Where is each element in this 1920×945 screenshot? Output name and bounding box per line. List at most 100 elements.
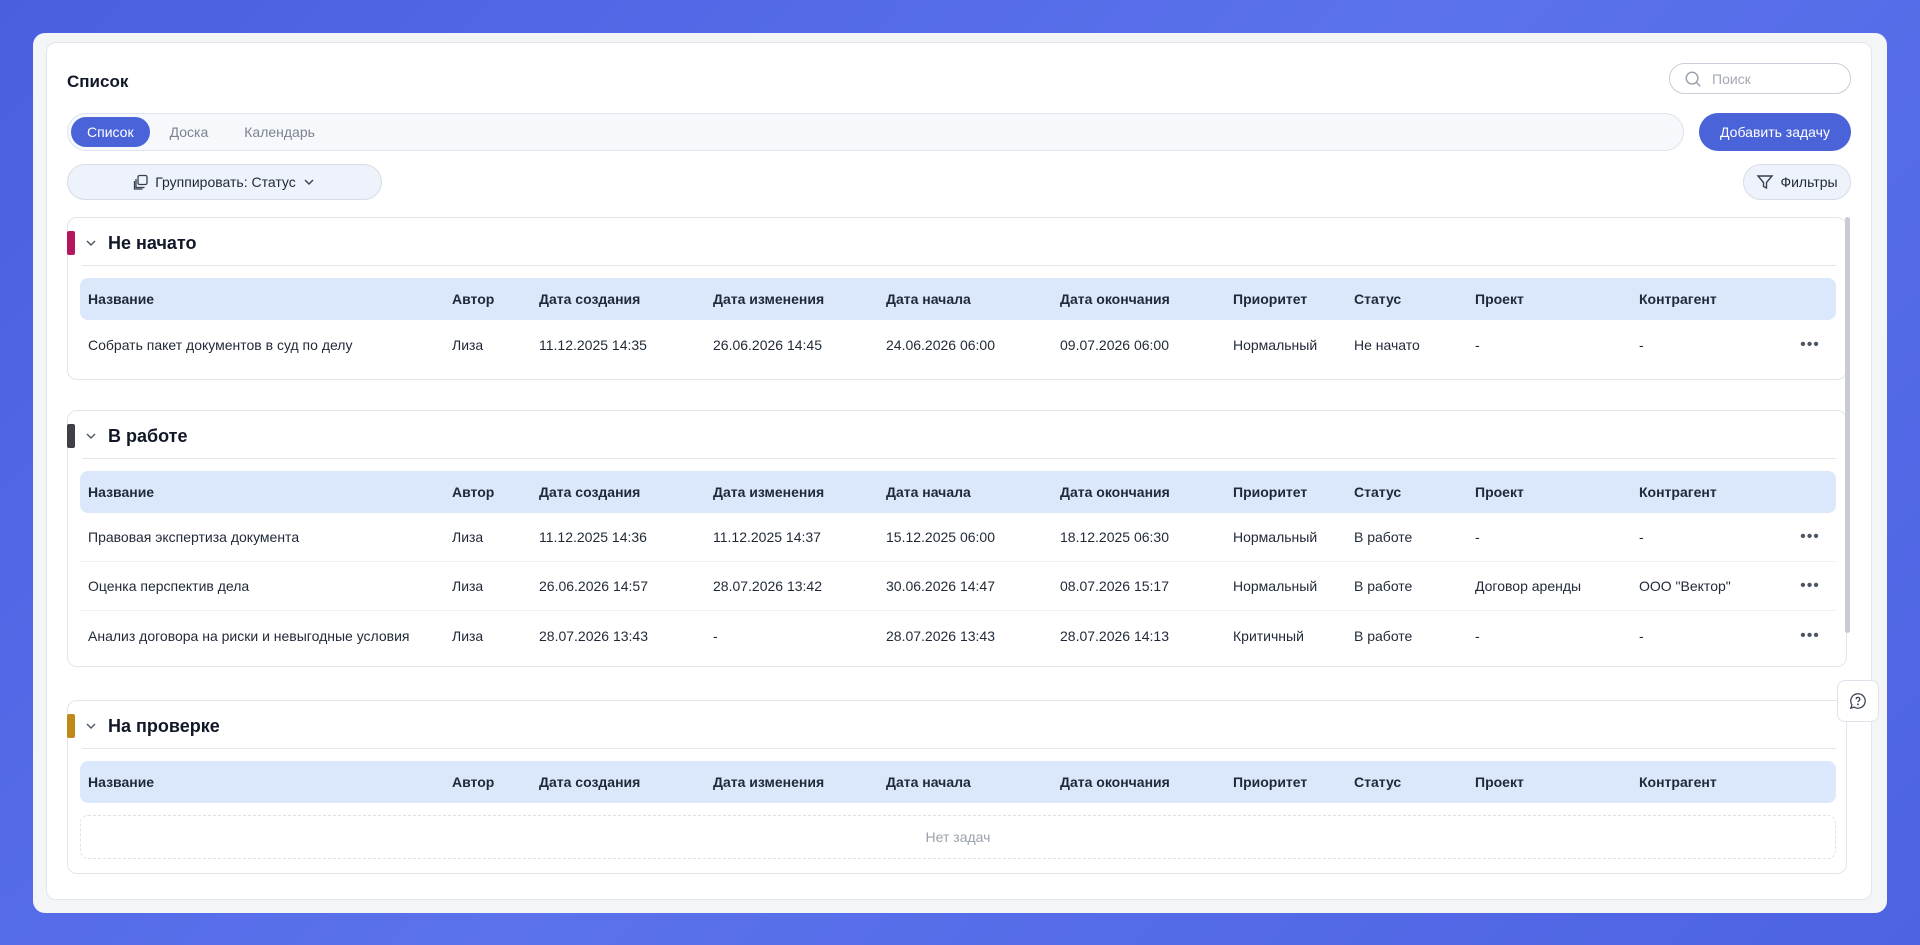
cell-modified: 28.07.2026 13:42 — [713, 578, 822, 594]
group-header[interactable]: На проверке — [67, 701, 1846, 749]
column-header[interactable]: Статус — [1354, 484, 1474, 500]
page-title: Список — [67, 72, 129, 91]
column-header[interactable]: Дата создания — [539, 484, 709, 500]
copy-icon — [134, 174, 148, 190]
cell-counterparty: - — [1639, 627, 1644, 644]
group-header[interactable]: В работе — [67, 411, 1846, 459]
table-row[interactable]: Анализ договора на риски и невыгодные ус… — [80, 611, 1836, 660]
more-horizontal-icon[interactable]: ••• — [1800, 336, 1820, 354]
chevron-down-icon[interactable] — [84, 719, 98, 733]
add-task-button[interactable]: Добавить задачу — [1699, 113, 1851, 151]
tab-calendar[interactable]: Календарь — [228, 117, 331, 147]
column-header[interactable]: Дата создания — [539, 774, 709, 790]
cell-created: 11.12.2025 14:35 — [539, 336, 647, 353]
cell-project: Договор аренды — [1475, 578, 1582, 594]
tab-list[interactable]: Список — [71, 117, 150, 147]
cell-start: 24.06.2026 06:00 — [886, 336, 995, 353]
column-header[interactable]: Дата окончания — [1060, 291, 1230, 307]
column-header[interactable]: Название — [88, 774, 448, 790]
chevron-down-icon[interactable] — [84, 236, 98, 250]
cell-created: 11.12.2025 14:36 — [539, 529, 647, 545]
group-header[interactable]: Не начато — [67, 218, 1846, 266]
column-header[interactable]: Контрагент — [1639, 291, 1789, 307]
column-header[interactable]: Дата изменения — [713, 291, 883, 307]
column-header[interactable]: Автор — [452, 291, 532, 307]
column-header[interactable]: Статус — [1354, 291, 1474, 307]
filters-label: Фильтры — [1780, 174, 1838, 190]
group-by-label: Группировать: Статус — [155, 174, 296, 190]
column-header[interactable]: Проект — [1475, 774, 1635, 790]
cell-title: Анализ договора на риски и невыгодные ус… — [88, 627, 410, 644]
table-row[interactable]: Правовая экспертиза документа Лиза 11.12… — [80, 513, 1836, 562]
table-row[interactable]: Собрать пакет документов в суд по делу Л… — [80, 320, 1836, 369]
cell-priority: Нормальный — [1233, 336, 1318, 353]
column-header[interactable]: Статус — [1354, 774, 1474, 790]
divider — [82, 748, 1836, 749]
divider — [82, 458, 1836, 459]
column-header[interactable]: Дата создания — [539, 291, 709, 307]
column-header[interactable]: Автор — [452, 774, 532, 790]
column-header[interactable]: Контрагент — [1639, 774, 1789, 790]
column-header[interactable]: Название — [88, 291, 448, 307]
cell-end: 18.12.2025 06:30 — [1060, 529, 1169, 545]
cell-author: Лиза — [452, 578, 484, 594]
cell-status: В работе — [1354, 627, 1413, 644]
column-header[interactable]: Дата окончания — [1060, 774, 1230, 790]
cell-project: - — [1475, 627, 1480, 644]
column-header[interactable]: Проект — [1475, 484, 1635, 500]
column-header[interactable]: Дата начала — [886, 291, 1056, 307]
table-header: Название Автор Дата создания Дата измене… — [80, 471, 1836, 513]
view-tabs: Список Доска Календарь — [67, 113, 1684, 151]
column-header[interactable]: Проект — [1475, 291, 1635, 307]
cell-status: Не начато — [1354, 336, 1420, 353]
column-header[interactable]: Приоритет — [1233, 291, 1353, 307]
table-header: Название Автор Дата создания Дата измене… — [80, 278, 1836, 320]
chevron-down-icon[interactable] — [84, 429, 98, 443]
group-in-progress: В работе Название Автор Дата создания Да… — [67, 410, 1847, 667]
filter-icon — [1756, 175, 1774, 190]
empty-state: Нет задач — [80, 815, 1836, 859]
cell-priority: Нормальный — [1233, 529, 1318, 545]
column-header[interactable]: Приоритет — [1233, 774, 1353, 790]
divider — [82, 265, 1836, 266]
group-by-button[interactable]: Группировать: Статус — [67, 164, 382, 200]
search-box[interactable] — [1669, 63, 1851, 94]
cell-status: В работе — [1354, 529, 1413, 545]
cell-status: В работе — [1354, 578, 1413, 594]
cell-end: 08.07.2026 15:17 — [1060, 578, 1169, 594]
column-header[interactable]: Дата окончания — [1060, 484, 1230, 500]
cell-title: Собрать пакет документов в суд по делу — [88, 336, 353, 353]
more-horizontal-icon[interactable]: ••• — [1800, 577, 1820, 595]
tab-board[interactable]: Доска — [154, 117, 225, 147]
column-header[interactable]: Дата изменения — [713, 774, 883, 790]
status-color-marker — [67, 424, 75, 448]
cell-author: Лиза — [452, 529, 484, 545]
help-chat-icon — [1849, 693, 1866, 710]
column-header[interactable]: Дата изменения — [713, 484, 883, 500]
more-horizontal-icon[interactable]: ••• — [1800, 528, 1820, 546]
help-button[interactable] — [1837, 680, 1879, 722]
column-header[interactable]: Название — [88, 484, 448, 500]
more-horizontal-icon[interactable]: ••• — [1800, 627, 1820, 645]
column-header[interactable]: Дата начала — [886, 484, 1056, 500]
filters-button[interactable]: Фильтры — [1743, 164, 1851, 200]
group-title: В работе — [108, 426, 188, 446]
cell-end: 28.07.2026 14:13 — [1060, 627, 1169, 644]
column-header[interactable]: Автор — [452, 484, 532, 500]
scrollbar[interactable] — [1845, 217, 1850, 633]
cell-priority: Критичный — [1233, 627, 1304, 644]
cell-modified: 11.12.2025 14:37 — [713, 529, 821, 545]
cell-counterparty: - — [1639, 336, 1644, 353]
column-header[interactable]: Приоритет — [1233, 484, 1353, 500]
cell-start: 15.12.2025 06:00 — [886, 529, 995, 545]
column-header[interactable]: Дата начала — [886, 774, 1056, 790]
table-row[interactable]: Оценка перспектив дела Лиза 26.06.2026 1… — [80, 562, 1836, 611]
column-header[interactable]: Контрагент — [1639, 484, 1789, 500]
tasks-panel: Список Список Доска Календарь Добавить з… — [46, 42, 1872, 900]
search-icon — [1685, 71, 1701, 87]
groups-scroll-area[interactable]: Не начато Название Автор Дата создания Д… — [67, 215, 1851, 879]
search-input[interactable] — [1712, 70, 1832, 87]
cell-author: Лиза — [452, 627, 484, 644]
cell-project: - — [1475, 336, 1480, 353]
cell-author: Лиза — [452, 336, 484, 353]
